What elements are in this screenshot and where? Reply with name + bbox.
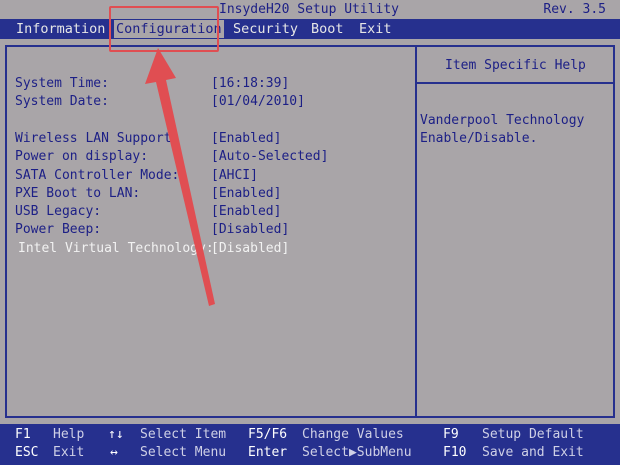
- key-f5f6-desc: Change Values: [302, 427, 404, 442]
- app-title: InsydeH20 Setup Utility: [219, 2, 400, 17]
- usb-legacy-label: USB Legacy:: [15, 204, 102, 219]
- key-f1-desc: Help: [53, 427, 85, 442]
- panel-divider: [415, 45, 417, 418]
- key-updown-icon: ↑↓: [108, 427, 124, 442]
- help-text-line-1: Vanderpool Technology: [420, 113, 585, 128]
- pxe-boot-value[interactable]: [Enabled]: [211, 186, 281, 201]
- key-f1: F1: [15, 427, 31, 442]
- revision-label: Rev. 3.5: [543, 2, 606, 17]
- key-f9: F9: [443, 427, 459, 442]
- help-title-separator: [417, 82, 615, 84]
- menu-bar: Information Configuration Security Boot …: [0, 19, 620, 39]
- annotation-highlight-box: [109, 6, 219, 52]
- pxe-boot-label: PXE Boot to LAN:: [15, 186, 141, 201]
- usb-legacy-value[interactable]: [Enabled]: [211, 204, 281, 219]
- menu-security[interactable]: Security: [231, 20, 300, 38]
- key-esc-desc: Exit: [53, 445, 85, 460]
- key-f5f6: F5/F6: [248, 427, 288, 442]
- key-enter-desc: Select▶SubMenu: [302, 445, 412, 460]
- sata-mode-label: SATA Controller Mode:: [15, 168, 180, 183]
- bios-screen: InsydeH20 Setup Utility Rev. 3.5 Informa…: [0, 0, 620, 465]
- key-f9-desc: Setup Default: [482, 427, 584, 442]
- help-panel-title: Item Specific Help: [445, 58, 586, 73]
- power-on-display-label: Power on display:: [15, 149, 149, 164]
- title-bar: InsydeH20 Setup Utility Rev. 3.5: [0, 0, 620, 19]
- key-leftright-icon: ↔: [110, 445, 118, 460]
- menu-exit[interactable]: Exit: [357, 20, 394, 38]
- intel-vt-value[interactable]: [Disabled]: [211, 241, 289, 256]
- key-f10-desc: Save and Exit: [482, 445, 584, 460]
- key-updown-desc: Select Item: [140, 427, 227, 442]
- sata-mode-value[interactable]: [AHCI]: [211, 168, 258, 183]
- key-help-bar: F1 Help ESC Exit ↑↓ Select Item ↔ Select…: [0, 424, 620, 465]
- key-f10: F10: [443, 445, 467, 460]
- power-on-display-value[interactable]: [Auto-Selected]: [211, 149, 328, 164]
- menu-information[interactable]: Information: [14, 20, 107, 38]
- system-date-label: System Date:: [15, 94, 109, 109]
- power-beep-value[interactable]: [Disabled]: [211, 222, 289, 237]
- system-time-value[interactable]: [16:18:39]: [211, 76, 289, 91]
- power-beep-label: Power Beep:: [15, 222, 102, 237]
- key-leftright-desc: Select Menu: [140, 445, 227, 460]
- system-time-label: System Time:: [15, 76, 109, 91]
- system-date-value[interactable]: [01/04/2010]: [211, 94, 305, 109]
- wireless-lan-label: Wireless LAN Support:: [15, 131, 180, 146]
- key-esc: ESC: [15, 445, 39, 460]
- help-text-line-2: Enable/Disable.: [420, 131, 538, 146]
- key-enter: Enter: [248, 445, 288, 460]
- wireless-lan-value[interactable]: [Enabled]: [211, 131, 281, 146]
- intel-vt-label[interactable]: Intel Virtual Technology:: [18, 241, 214, 256]
- menu-boot[interactable]: Boot: [309, 20, 346, 38]
